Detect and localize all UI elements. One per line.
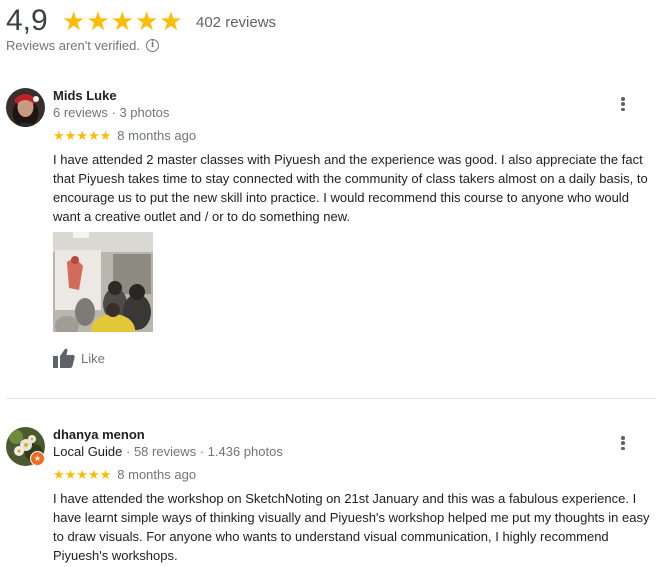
star-icon: ★ — [86, 6, 110, 36]
star-icon: ★ — [87, 466, 100, 482]
local-guide-badge-icon: ★ — [30, 451, 45, 466]
reviewer-meta: 6 reviews · 3 photos — [53, 105, 170, 120]
review-text: I have attended 2 master classes with Pi… — [53, 152, 648, 224]
star-icon: ★ — [110, 6, 134, 36]
star-icon: ★ — [53, 466, 65, 482]
more-vert-icon — [621, 436, 625, 440]
review-rating: ★ ★ ★ ★ ★ 8 months ago — [53, 128, 196, 143]
star-icon: ★ — [64, 127, 77, 143]
star-icon: ★ — [99, 466, 112, 482]
like-label: Like — [81, 350, 105, 366]
review-photo[interactable] — [53, 232, 153, 332]
more-vert-icon — [621, 97, 625, 101]
like-button[interactable]: Like — [53, 348, 105, 368]
review-rating: ★ ★ ★ ★ ★ 8 months ago — [53, 467, 196, 482]
review-time: 8 months ago — [117, 128, 197, 143]
verification-notice: Reviews aren't verified. i — [6, 38, 159, 53]
star-icon: ★ — [134, 6, 159, 36]
star-icon: ★ — [53, 127, 65, 143]
local-guide-label: Local Guide — [53, 444, 123, 459]
review-stars: ★ ★ ★ ★ ★ — [53, 466, 112, 482]
review-time: 8 months ago — [117, 467, 197, 482]
avatar[interactable] — [6, 88, 45, 127]
star-icon: ★ — [76, 466, 88, 482]
verification-notice-text: Reviews aren't verified. — [6, 38, 140, 53]
average-stars: ★ ★ ★ ★ ★ — [62, 6, 183, 36]
reviewer-meta: Local Guide · 58 reviews · 1.436 photos — [53, 444, 283, 459]
average-rating: 4,9 — [6, 4, 48, 37]
review-stars: ★ ★ ★ ★ ★ — [53, 127, 112, 143]
more-options-button[interactable] — [615, 95, 631, 113]
star-icon: ★ — [76, 127, 88, 143]
star-icon: ★ — [87, 127, 100, 143]
reviewer-counts: 58 reviews · 1.436 photos — [133, 444, 283, 459]
star-icon: ★ — [62, 6, 86, 36]
star-icon: ★ — [64, 466, 77, 482]
star-icon: ★ — [99, 127, 112, 143]
thumbs-up-icon — [53, 348, 75, 368]
review-divider — [6, 398, 656, 399]
reviewer-name[interactable]: dhanya menon — [53, 427, 145, 442]
review-count-link[interactable]: 402 reviews — [196, 14, 276, 32]
more-options-button[interactable] — [615, 434, 631, 452]
reviewer-name[interactable]: Mids Luke — [53, 88, 117, 103]
info-icon[interactable]: i — [145, 39, 159, 52]
star-icon: ★ — [159, 6, 183, 36]
review-text: I have attended the workshop on SketchNo… — [53, 491, 650, 563]
